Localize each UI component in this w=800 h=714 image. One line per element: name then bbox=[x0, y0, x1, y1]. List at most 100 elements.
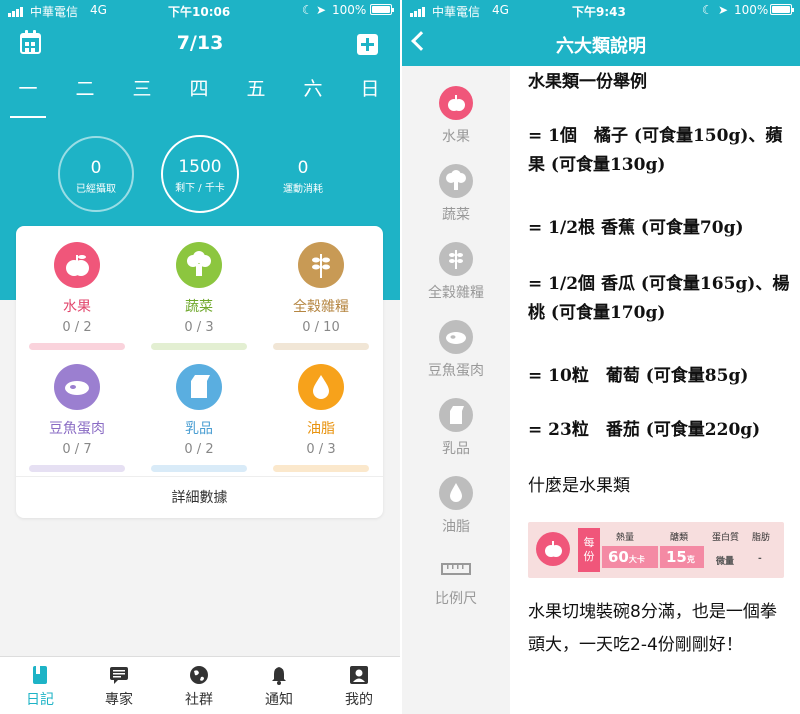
battery-percent: 100% bbox=[734, 3, 769, 17]
exercise-value: 0 bbox=[297, 158, 309, 178]
tab-label: 專家 bbox=[105, 692, 133, 708]
food-oil[interactable]: 油脂 0 / 3 bbox=[266, 364, 376, 472]
food-groups-guide-screen: 中華電信 4G 下午9:43 ☾ ➤ 100% 六大類說明 水果 蔬菜 全穀雜糧… bbox=[402, 0, 800, 714]
food-name: 蔬菜 bbox=[185, 299, 213, 315]
calorie-unit: 大卡 bbox=[628, 555, 645, 564]
sidebar-item-dairy[interactable]: 乳品 bbox=[402, 398, 510, 458]
sidebar-label: 油脂 bbox=[442, 519, 470, 535]
exercise-stat: 0 運動消耗 bbox=[268, 158, 338, 195]
apple-icon bbox=[439, 86, 473, 120]
apple-icon bbox=[54, 242, 100, 288]
food-name: 乳品 bbox=[185, 421, 213, 437]
tab-community[interactable]: 社群 bbox=[169, 665, 229, 709]
sidebar-item-scale[interactable]: 比例尺 bbox=[402, 556, 510, 608]
serving-label: 份 bbox=[583, 550, 595, 563]
sidebar-label: 乳品 bbox=[442, 441, 470, 457]
protein-value: 微量 bbox=[716, 557, 735, 567]
ruler-icon bbox=[439, 556, 473, 582]
sidebar-item-fruit[interactable]: 水果 bbox=[402, 86, 510, 146]
diary-icon bbox=[30, 665, 50, 685]
progress-bar bbox=[273, 465, 369, 472]
battery-percent: 100% bbox=[332, 3, 367, 17]
weekday-wed[interactable]: 三 bbox=[122, 74, 162, 101]
detail-data-button[interactable]: 詳細數據 bbox=[16, 476, 383, 518]
moon-icon: ☾ bbox=[302, 3, 313, 17]
weekday-tabs: 一 二 三 四 五 六 日 bbox=[0, 74, 400, 104]
remaining-circle: 1500 剩下 / 千卡 bbox=[161, 135, 239, 213]
status-bar: 中華電信 4G 下午9:43 ☾ ➤ 100% bbox=[402, 0, 800, 20]
signal-icon bbox=[410, 3, 426, 17]
bell-icon bbox=[269, 665, 289, 685]
progress-bar bbox=[151, 465, 247, 472]
food-count: 0 / 3 bbox=[306, 442, 336, 457]
weekday-mon[interactable]: 一 bbox=[8, 74, 48, 101]
fruit-description: 水果切塊裝碗8分滿，也是一個拳頭大，一天吃2-4份剛剛好！ bbox=[528, 602, 777, 656]
protein-header: 蛋白質 bbox=[712, 533, 740, 543]
sidebar-item-grains[interactable]: 全穀雜糧 bbox=[402, 242, 510, 302]
tab-label: 日記 bbox=[26, 692, 54, 708]
food-count: 0 / 2 bbox=[184, 442, 214, 457]
oil-drop-icon bbox=[439, 476, 473, 510]
carb-value: 15克 bbox=[666, 548, 695, 566]
calorie-header: 熱量 bbox=[616, 533, 635, 543]
intake-label: 已經攝取 bbox=[76, 184, 116, 195]
food-count: 0 / 7 bbox=[62, 442, 92, 457]
signal-icon bbox=[8, 3, 24, 17]
fat-header: 脂肪 bbox=[752, 533, 771, 543]
food-dairy[interactable]: 乳品 0 / 2 bbox=[144, 364, 254, 472]
weekday-tue[interactable]: 二 bbox=[65, 74, 105, 101]
sidebar-item-protein[interactable]: 豆魚蛋肉 bbox=[402, 320, 510, 380]
network-label: 4G bbox=[492, 3, 509, 17]
food-name: 豆魚蛋肉 bbox=[49, 421, 105, 437]
food-fruit[interactable]: 水果 0 / 2 bbox=[22, 242, 132, 350]
per-serving-label: 每份 bbox=[578, 528, 600, 572]
meat-icon bbox=[439, 320, 473, 354]
wheat-icon bbox=[298, 242, 344, 288]
oil-drop-icon bbox=[298, 364, 344, 410]
page-title: 六大類說明 bbox=[556, 36, 646, 57]
bottom-tab-bar: 日記 專家 社群 通知 我的 bbox=[0, 656, 400, 714]
exercise-label: 運動消耗 bbox=[283, 184, 323, 195]
example-item: = 1/2根 香蕉 (可食量70g) bbox=[528, 218, 744, 238]
tab-label: 社群 bbox=[185, 692, 213, 708]
sidebar-item-oil[interactable]: 油脂 bbox=[402, 476, 510, 536]
food-grains[interactable]: 全穀雜糧 0 / 10 bbox=[266, 242, 376, 350]
section-heading: 水果類一份舉例 bbox=[528, 72, 647, 92]
tab-notifications[interactable]: 通知 bbox=[249, 665, 309, 709]
sidebar-label: 比例尺 bbox=[435, 591, 477, 607]
example-item: = 1個 橘子 (可食量150g)、蘋果 (可食量130g) bbox=[528, 126, 783, 175]
weekday-sun[interactable]: 日 bbox=[350, 74, 390, 101]
clock: 下午9:43 bbox=[572, 5, 626, 19]
add-entry-button[interactable] bbox=[357, 34, 378, 55]
tab-profile[interactable]: 我的 bbox=[329, 665, 389, 709]
selected-day-indicator bbox=[10, 116, 46, 118]
current-date[interactable]: 7/13 bbox=[0, 32, 400, 54]
location-icon: ➤ bbox=[316, 3, 327, 17]
diary-screen: 中華電信 4G 下午10:06 ☾ ➤ 100% 7/13 一 二 三 四 五 … bbox=[0, 0, 400, 714]
example-item: = 23粒 番茄 (可食量220g) bbox=[528, 420, 761, 440]
progress-bar bbox=[273, 343, 369, 350]
remaining-value: 1500 bbox=[178, 157, 222, 177]
sidebar-label: 全穀雜糧 bbox=[428, 285, 484, 301]
weekday-fri[interactable]: 五 bbox=[236, 74, 276, 101]
food-groups-card: 水果 0 / 2 蔬菜 0 / 3 全穀雜糧 0 / 10 豆魚蛋肉 0 / 7… bbox=[16, 226, 383, 518]
progress-bar bbox=[151, 343, 247, 350]
food-vegetable[interactable]: 蔬菜 0 / 3 bbox=[144, 242, 254, 350]
tab-expert[interactable]: 專家 bbox=[89, 665, 149, 709]
carb-unit: 克 bbox=[686, 555, 695, 564]
milk-icon bbox=[176, 364, 222, 410]
nutrition-table: 每份 熱量 醣類 蛋白質 脂肪 60大卡 15克 微量 - bbox=[528, 522, 784, 578]
food-count: 0 / 10 bbox=[302, 320, 340, 335]
per-label: 每 bbox=[583, 536, 595, 549]
food-name: 油脂 bbox=[307, 421, 335, 437]
meat-icon bbox=[54, 364, 100, 410]
food-protein[interactable]: 豆魚蛋肉 0 / 7 bbox=[22, 364, 132, 472]
sidebar-item-vegetable[interactable]: 蔬菜 bbox=[402, 164, 510, 224]
weekday-sat[interactable]: 六 bbox=[293, 74, 333, 101]
chat-icon bbox=[109, 665, 129, 685]
progress-bar bbox=[29, 465, 125, 472]
food-count: 0 / 2 bbox=[62, 320, 92, 335]
tab-diary[interactable]: 日記 bbox=[10, 665, 70, 709]
carb-number: 15 bbox=[666, 548, 687, 566]
weekday-thu[interactable]: 四 bbox=[179, 74, 219, 101]
